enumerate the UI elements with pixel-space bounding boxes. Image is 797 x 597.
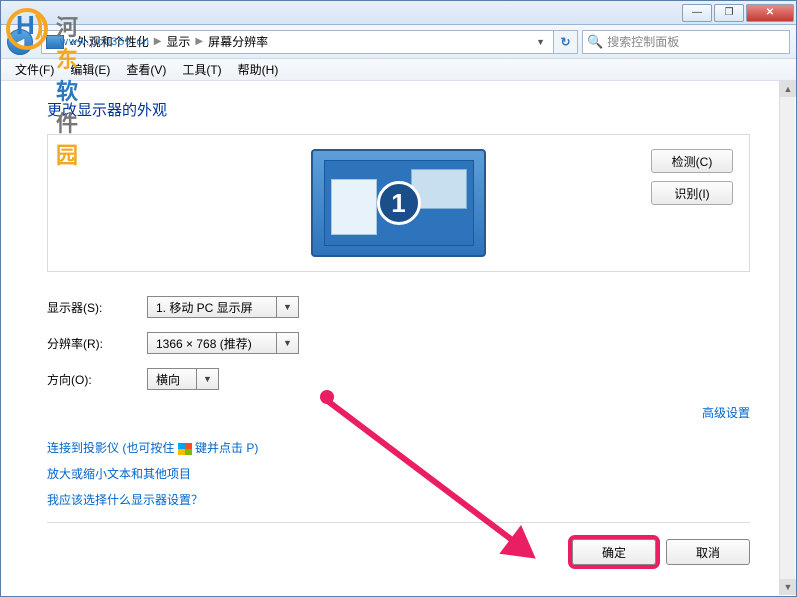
search-input[interactable]: 🔍 搜索控制面板 [582, 30, 790, 54]
projector-text-post: 键并点击 P) [192, 441, 259, 455]
preview-window-icon [331, 179, 377, 235]
advanced-row: 高级设置 [47, 404, 750, 421]
content-area: 更改显示器的外观 1 检测(C) 识别(I) 显示器(S): [1, 81, 796, 596]
breadcrumb-level2[interactable]: 显示 [166, 33, 190, 50]
resolution-value: 1366 × 768 (推荐) [147, 332, 277, 354]
orientation-label: 方向(O): [47, 371, 147, 388]
resolution-label: 分辨率(R): [47, 335, 147, 352]
orientation-value: 横向 [147, 368, 197, 390]
display-value: 1. 移动 PC 显示屏 [147, 296, 277, 318]
orientation-row: 方向(O): 横向 ▼ [47, 368, 750, 390]
form-area: 显示器(S): 1. 移动 PC 显示屏 ▼ 分辨率(R): 1366 × 76… [47, 296, 750, 390]
watermark: H) 河东软件园 www.pc0359.cn [6, 8, 48, 50]
display-combo[interactable]: 1. 移动 PC 显示屏 ▼ [147, 296, 299, 318]
resolution-combo[interactable]: 1366 × 768 (推荐) ▼ [147, 332, 299, 354]
menu-view[interactable]: 查看(V) [118, 59, 174, 80]
monitor-number-badge: 1 [377, 181, 421, 225]
titlebar: — ❐ ✕ [1, 1, 796, 25]
scroll-down-icon[interactable]: ▼ [780, 579, 796, 595]
watermark-url: www.pc0359.cn [60, 36, 150, 48]
search-icon: 🔍 [587, 34, 603, 50]
minimize-button[interactable]: — [682, 4, 712, 22]
menu-help[interactable]: 帮助(H) [230, 59, 287, 80]
cancel-button[interactable]: 取消 [666, 539, 750, 565]
monitor-preview[interactable]: 1 [311, 149, 486, 257]
menubar: 文件(F) 编辑(E) 查看(V) 工具(T) 帮助(H) [1, 59, 796, 81]
page-title: 更改显示器的外观 [47, 99, 750, 120]
preview-buttons: 检测(C) 识别(I) [651, 149, 733, 205]
search-placeholder: 搜索控制面板 [607, 33, 679, 50]
which-display-row: 我应该选择什么显示器设置？ [47, 491, 750, 508]
ok-button[interactable]: 确定 [572, 539, 656, 565]
menu-tools[interactable]: 工具(T) [174, 59, 229, 80]
scrollbar[interactable]: ▲ ▼ [779, 81, 795, 595]
menu-file[interactable]: 文件(F) [7, 59, 62, 80]
detect-button[interactable]: 检测(C) [651, 149, 733, 173]
display-preview-panel: 1 检测(C) 识别(I) [47, 134, 750, 272]
which-display-link[interactable]: 我应该选择什么显示器设置？ [47, 493, 203, 507]
projector-row: 连接到投影仪 (也可按住 键并点击 P) [47, 439, 750, 456]
breadcrumb-level3[interactable]: 屏幕分辨率 [208, 33, 268, 50]
refresh-button[interactable]: ↻ [554, 30, 578, 54]
chevron-down-icon[interactable]: ▼ [197, 368, 219, 390]
identify-button[interactable]: 识别(I) [651, 181, 733, 205]
scroll-up-icon[interactable]: ▲ [780, 81, 796, 97]
windows-logo-icon [178, 443, 192, 455]
projector-text-pre: 连接到投影仪 (也可按住 [47, 441, 178, 455]
control-panel-window: — ❐ ✕ ◄ « 外观和个性化 ▶ 显示 ▶ 屏幕分辨率 ▼ ↻ 🔍 搜索控制… [0, 0, 797, 597]
chevron-right-icon[interactable]: ▶ [154, 36, 162, 47]
chevron-down-icon[interactable]: ▼ [277, 332, 299, 354]
close-button[interactable]: ✕ [746, 4, 794, 22]
resolution-row: 分辨率(R): 1366 × 768 (推荐) ▼ [47, 332, 750, 354]
watermark-logo-icon: H) [6, 8, 48, 50]
maximize-button[interactable]: ❐ [714, 4, 744, 22]
preview-center: 1 [146, 149, 651, 257]
monitor-screen-icon: 1 [324, 160, 474, 246]
scale-text-link[interactable]: 放大或缩小文本和其他项目 [47, 467, 191, 481]
address-dropdown[interactable]: ▼ [532, 37, 549, 47]
dialog-buttons: 确定 取消 [47, 533, 750, 565]
chevron-down-icon[interactable]: ▼ [277, 296, 299, 318]
watermark-text: 河东软件园 [56, 10, 80, 170]
scale-text-row: 放大或缩小文本和其他项目 [47, 465, 750, 482]
projector-link[interactable]: 连接到投影仪 (也可按住 键并点击 P) [47, 441, 258, 455]
display-label: 显示器(S): [47, 299, 147, 316]
display-row: 显示器(S): 1. 移动 PC 显示屏 ▼ [47, 296, 750, 318]
orientation-combo[interactable]: 横向 ▼ [147, 368, 219, 390]
chevron-right-icon[interactable]: ▶ [195, 36, 203, 47]
divider [47, 522, 750, 523]
advanced-settings-link[interactable]: 高级设置 [702, 406, 750, 420]
